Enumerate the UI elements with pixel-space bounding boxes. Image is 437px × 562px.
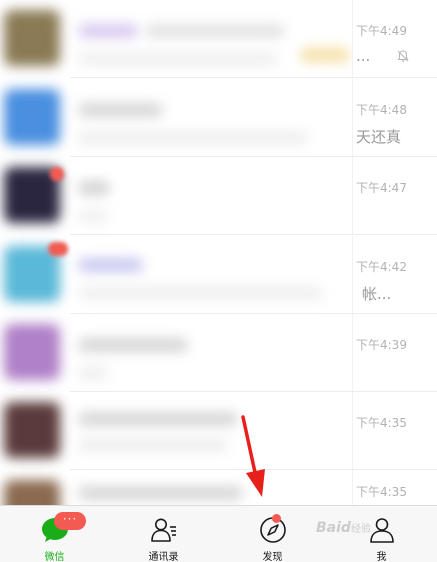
- chat-meta: [352, 157, 437, 235]
- tab-contacts[interactable]: 通讯录: [109, 506, 218, 562]
- tab-label: 微信: [44, 552, 65, 562]
- chat-row[interactable]: 下午4:35: [0, 392, 437, 470]
- baidu-watermark: Baid经验: [316, 520, 371, 536]
- avatar: [4, 480, 60, 505]
- blurred-name: [78, 412, 238, 426]
- chat-row[interactable]: 下午4:48 天还真: [0, 79, 437, 157]
- blurred-name: [78, 486, 243, 500]
- blurred-name: [78, 338, 188, 352]
- chat-time: 下午4:48: [356, 103, 407, 117]
- blurred-name: [145, 24, 285, 38]
- avatar: [4, 10, 60, 66]
- blurred-preview: [78, 52, 278, 66]
- divider: [70, 234, 437, 235]
- chat-time: 下午4:42: [356, 260, 407, 274]
- blurred-preview: [78, 209, 108, 223]
- watermark-suffix: 经验: [350, 524, 371, 535]
- chat-time: 下午4:35: [356, 416, 407, 430]
- tab-label: 发现: [262, 552, 283, 562]
- divider: [70, 77, 437, 78]
- tab-label: 我: [376, 552, 387, 562]
- chat-time: 下午4:39: [356, 338, 407, 352]
- blurred-preview: [300, 48, 350, 62]
- unread-badge: [48, 242, 68, 256]
- chat-time: 下午4:47: [356, 181, 407, 195]
- mute-bell-icon: [397, 50, 409, 62]
- unread-badge: [50, 167, 64, 181]
- blurred-preview: [78, 286, 323, 300]
- chat-list: 下午4:49 ... 下午4:48 天还真 下午4:47 下午4:42 帐...…: [0, 0, 437, 505]
- blurred-preview: [78, 366, 108, 380]
- blurred-name: [78, 258, 143, 272]
- bottom-tab-bar: 微信 ··· 通讯录 发现 我: [0, 505, 437, 562]
- blurred-name: [78, 24, 138, 38]
- chat-time: 下午4:49: [356, 24, 407, 38]
- chat-preview-fragment: ...: [356, 47, 371, 65]
- avatar: [4, 89, 60, 145]
- chat-row[interactable]: 下午4:35: [0, 470, 437, 505]
- chat-preview-fragment: 帐...: [362, 285, 392, 303]
- blurred-preview: [78, 131, 308, 145]
- chat-row[interactable]: 下午4:49 ...: [0, 0, 437, 78]
- new-dot-badge: [272, 514, 281, 523]
- chat-meta: [352, 392, 437, 470]
- blurred-name: [78, 103, 163, 117]
- chat-row[interactable]: 下午4:39: [0, 314, 437, 392]
- red-arrow-icon: [241, 415, 265, 497]
- wechat-screen: 下午4:49 ... 下午4:48 天还真 下午4:47 下午4:42 帐...…: [0, 0, 437, 562]
- chat-row[interactable]: 下午4:47: [0, 157, 437, 235]
- avatar: [4, 402, 60, 458]
- person-icon: [369, 518, 394, 543]
- contacts-icon: [150, 518, 176, 542]
- avatar: [4, 324, 60, 380]
- blurred-name: [78, 181, 110, 195]
- chat-meta: [352, 314, 437, 392]
- chat-meta: [352, 0, 437, 78]
- watermark-text: Baid: [316, 520, 351, 536]
- unread-badge: ···: [54, 512, 86, 530]
- chat-row[interactable]: 下午4:42 帐...: [0, 236, 437, 314]
- chat-time: 下午4:35: [356, 485, 407, 499]
- tab-label: 通讯录: [148, 552, 179, 562]
- blurred-preview: [78, 438, 228, 452]
- chat-preview-fragment: 天还真: [356, 128, 402, 146]
- tab-wechat[interactable]: 微信 ···: [0, 506, 109, 562]
